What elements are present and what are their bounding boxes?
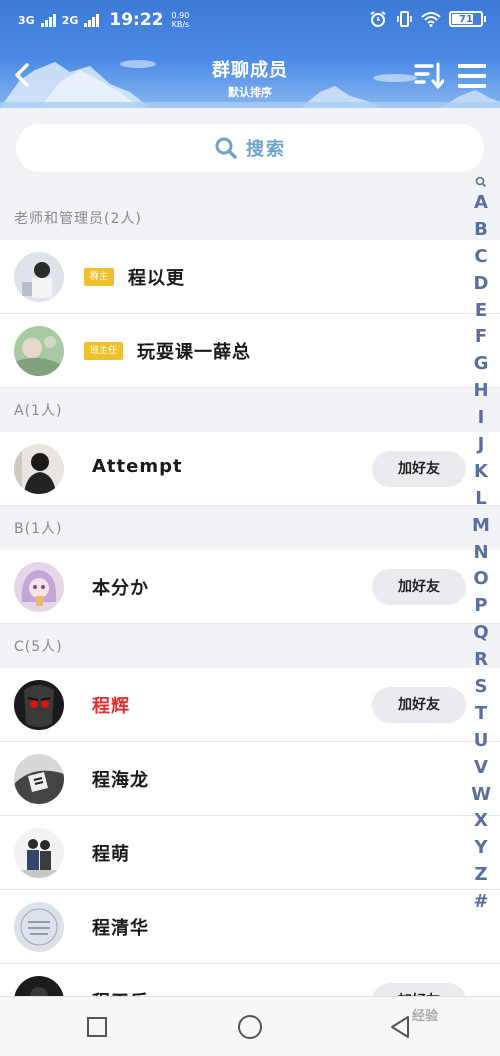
avatar: [14, 828, 64, 878]
member-name: Attempt: [92, 456, 183, 477]
index-letter-k[interactable]: K: [466, 459, 496, 486]
avatar: [14, 902, 64, 952]
avatar: [14, 252, 64, 302]
network-1-label: 3G: [18, 13, 35, 27]
member-name: 程以更: [128, 268, 185, 289]
member-name: 本分か: [92, 578, 149, 599]
page-title: 群聊成员: [212, 60, 288, 81]
add-friend-button[interactable]: 加好友: [372, 569, 466, 605]
index-letter-f[interactable]: F: [466, 324, 496, 351]
member-list: 老师和管理员(2人) 群主 程以更 班主任 玩耍课一薛总 A(1人) Attem…: [0, 196, 500, 1038]
avatar: [14, 680, 64, 730]
role-badge: 班主任: [84, 342, 124, 360]
app-header: 3G 2G 19:22 0.90 KB/s 71 群聊成员 默认排序: [0, 0, 500, 108]
wifi-icon: [421, 12, 441, 27]
index-letter-q[interactable]: Q: [466, 620, 496, 647]
list-item[interactable]: 本分か 加好友: [0, 550, 500, 624]
menu-icon[interactable]: [458, 64, 486, 88]
index-letter-x[interactable]: X: [466, 808, 496, 835]
index-search-icon[interactable]: [475, 174, 487, 190]
avatar: [14, 754, 64, 804]
square-icon[interactable]: [87, 1017, 107, 1037]
list-item[interactable]: 程萌: [0, 816, 500, 890]
index-letter-c[interactable]: C: [466, 244, 496, 271]
circle-icon[interactable]: [238, 1015, 262, 1039]
clock: 19:22: [109, 10, 164, 30]
index-letter-s[interactable]: S: [466, 674, 496, 701]
sort-icon[interactable]: [414, 62, 445, 90]
list-item[interactable]: 程海龙: [0, 742, 500, 816]
index-letter-l[interactable]: L: [466, 486, 496, 513]
speed-unit: KB/s: [171, 20, 190, 29]
network-2-label: 2G: [61, 13, 79, 27]
index-letter-r[interactable]: R: [466, 647, 496, 674]
list-item[interactable]: 群主 程以更: [0, 240, 500, 314]
add-friend-button[interactable]: 加好友: [372, 451, 466, 487]
nav-bar: 群聊成员 默认排序: [0, 42, 500, 108]
system-nav-bar: 经验: [0, 996, 500, 1056]
member-name: 玩耍课一薛总: [137, 342, 251, 363]
alarm-icon: [370, 11, 386, 27]
member-name: 程清华: [92, 918, 149, 939]
list-item[interactable]: 程辉 加好友: [0, 668, 500, 742]
signal-1-icon: [40, 13, 56, 27]
role-badge: 群主: [84, 268, 115, 286]
index-letter-m[interactable]: M: [466, 513, 496, 540]
index-letter-a[interactable]: A: [466, 190, 496, 217]
index-letter-o[interactable]: O: [466, 566, 496, 593]
index-letter-y[interactable]: Y: [466, 835, 496, 862]
signal-2-icon: [84, 13, 100, 27]
section-header: C(5人): [14, 639, 63, 655]
index-letter-t[interactable]: T: [466, 701, 496, 728]
member-name: 程海龙: [92, 770, 149, 791]
vibrate-icon: [397, 11, 412, 27]
list-item[interactable]: 程清华: [0, 890, 500, 964]
battery-icon: 71: [449, 11, 486, 27]
section-header: B(1人): [14, 521, 63, 537]
index-letter-w[interactable]: W: [466, 782, 496, 809]
avatar: [14, 326, 64, 376]
index-letter-j[interactable]: J: [466, 432, 496, 459]
battery-level: 71: [459, 13, 473, 25]
speed-value: 0.90: [171, 11, 190, 20]
index-letter-p[interactable]: P: [466, 593, 496, 620]
member-name: 程萌: [92, 844, 130, 865]
index-letter-v[interactable]: V: [466, 755, 496, 782]
index-letter-d[interactable]: D: [466, 271, 496, 298]
index-letter-b[interactable]: B: [466, 217, 496, 244]
list-item[interactable]: Attempt 加好友: [0, 432, 500, 506]
index-letter-i[interactable]: I: [466, 405, 496, 432]
back-arrow-icon[interactable]: [10, 60, 36, 90]
avatar: [14, 562, 64, 612]
list-item[interactable]: 班主任 玩耍课一薛总: [0, 314, 500, 388]
member-name: 程辉: [92, 696, 130, 717]
index-letter-z[interactable]: Z: [466, 862, 496, 889]
search-icon: [215, 137, 237, 159]
network-speed: 0.90 KB/s: [172, 11, 190, 29]
index-letter-hash[interactable]: #: [466, 889, 496, 916]
avatar: [14, 444, 64, 494]
index-letter-u[interactable]: U: [466, 728, 496, 755]
triangle-back-icon[interactable]: [386, 1013, 414, 1041]
alphabet-index[interactable]: A B C D E F G H I J K L M N O P Q R S T …: [466, 174, 496, 934]
index-letter-h[interactable]: H: [466, 378, 496, 405]
watermark: 经验: [412, 1009, 439, 1024]
status-bar: 3G 2G 19:22 0.90 KB/s 71: [0, 0, 500, 42]
sort-mode-label: 默认排序: [228, 86, 272, 99]
title-block: 群聊成员 默认排序: [150, 56, 350, 100]
search-bar[interactable]: 搜索: [16, 124, 484, 172]
section-header: A(1人): [14, 403, 63, 419]
index-letter-e[interactable]: E: [466, 298, 496, 325]
index-letter-n[interactable]: N: [466, 540, 496, 567]
index-letter-g[interactable]: G: [466, 351, 496, 378]
section-header: 老师和管理员(2人): [14, 211, 142, 227]
search-label: 搜索: [246, 139, 286, 160]
add-friend-button[interactable]: 加好友: [372, 687, 466, 723]
